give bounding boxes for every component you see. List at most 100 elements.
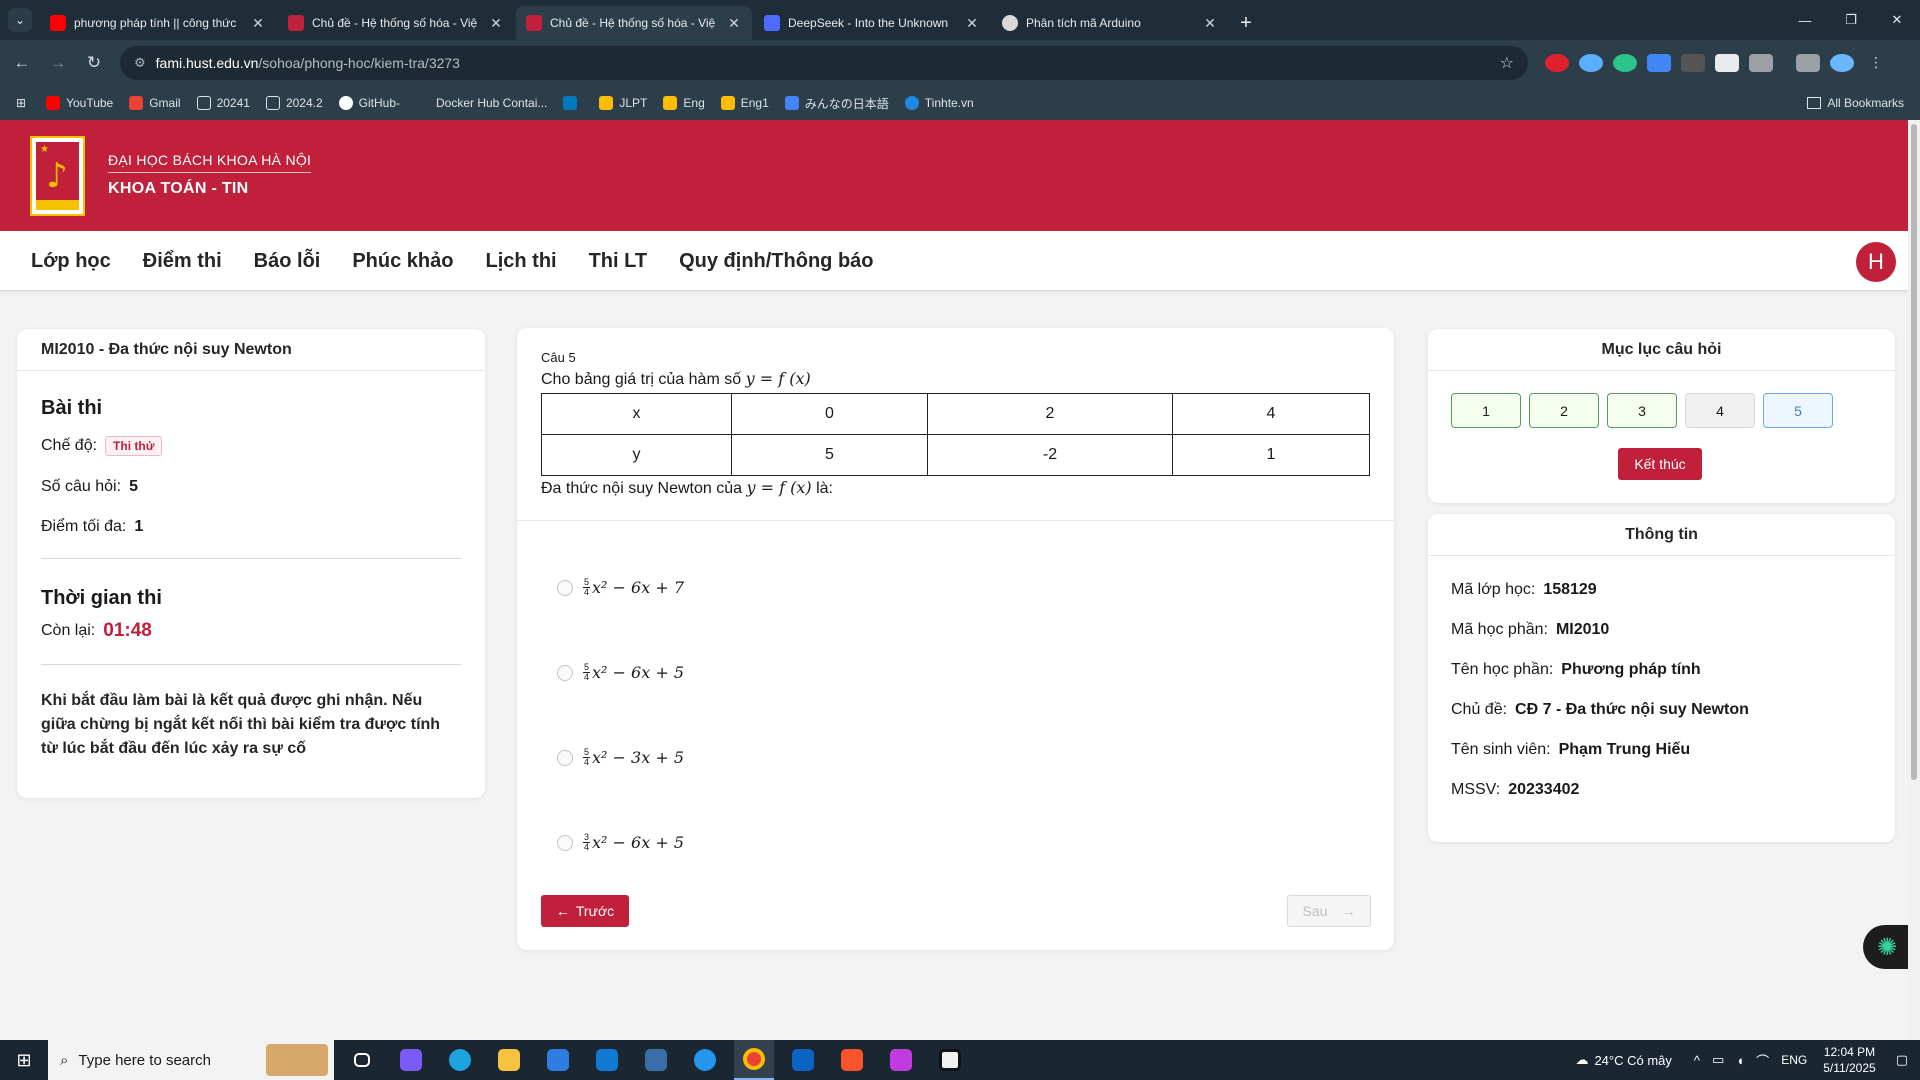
tab-title: DeepSeek - Into the Unknown bbox=[788, 16, 949, 30]
nav-report-error[interactable]: Báo lỗi bbox=[254, 250, 321, 273]
radio-button[interactable] bbox=[557, 834, 573, 851]
question-index-button-5[interactable]: 5 bbox=[1763, 393, 1833, 428]
copilot-icon[interactable] bbox=[391, 1040, 431, 1080]
browser-tab[interactable]: Phân tích mã Arduino ✕ bbox=[992, 6, 1228, 40]
hust-logo[interactable]: ★ ♪ bbox=[30, 136, 85, 216]
bookmark-folder-20241[interactable]: 20241 bbox=[196, 96, 250, 110]
scrollbar-thumb[interactable] bbox=[1911, 124, 1917, 780]
close-tab-icon[interactable]: ✕ bbox=[488, 15, 504, 32]
file-explorer-icon[interactable] bbox=[489, 1040, 529, 1080]
bookmark-folder-2024-2[interactable]: 2024.2 bbox=[265, 96, 323, 110]
extension-icon[interactable] bbox=[1715, 54, 1739, 72]
bookmark-gmail[interactable]: Gmail bbox=[129, 96, 181, 110]
extension-icon[interactable] bbox=[1545, 54, 1569, 72]
nav-regulations[interactable]: Quy định/Thông báo bbox=[679, 250, 873, 273]
nav-theory-exam[interactable]: Thi LT bbox=[589, 250, 648, 273]
extension-icon[interactable] bbox=[1681, 54, 1705, 72]
minimize-icon[interactable]: — bbox=[1782, 0, 1828, 40]
browser-tab[interactable]: Chủ đề - Hệ thống số hóa - Việ ✕ bbox=[278, 6, 514, 40]
answer-option-3[interactable]: 54 x² − 3x + 5 bbox=[557, 748, 684, 767]
browser-tab[interactable]: DeepSeek - Into the Unknown ✕ bbox=[754, 6, 990, 40]
bookmark-eng[interactable]: Eng bbox=[663, 96, 705, 110]
brave-icon[interactable] bbox=[832, 1040, 872, 1080]
question-index-button-2[interactable]: 2 bbox=[1529, 393, 1599, 428]
outlook-icon[interactable] bbox=[783, 1040, 823, 1080]
nav-classes[interactable]: Lớp học bbox=[31, 250, 111, 273]
weather-widget[interactable]: ☁ 24°C Có mây bbox=[1575, 1052, 1671, 1068]
tab-search-button[interactable]: ⌄ bbox=[0, 0, 40, 40]
chrome-icon[interactable] bbox=[734, 1040, 774, 1080]
store-icon[interactable] bbox=[538, 1040, 578, 1080]
chatgpt-icon[interactable]: ✺ bbox=[1863, 925, 1911, 969]
nav-exam-schedule[interactable]: Lịch thi bbox=[485, 250, 556, 273]
question-index-button-4[interactable]: 4 bbox=[1685, 393, 1755, 428]
restore-icon[interactable]: ❐ bbox=[1828, 0, 1874, 40]
bookmark-trello[interactable] bbox=[563, 96, 583, 110]
browser-tab-active[interactable]: Chủ đề - Hệ thống số hóa - Việ ✕ bbox=[516, 6, 752, 40]
avatar[interactable]: H bbox=[1856, 242, 1896, 282]
previous-button[interactable]: ← Trước bbox=[541, 895, 629, 927]
finish-button[interactable]: Kết thúc bbox=[1618, 448, 1702, 480]
question-index-button-1[interactable]: 1 bbox=[1451, 393, 1521, 428]
nav-grades[interactable]: Điểm thi bbox=[143, 250, 222, 273]
wifi-icon[interactable]: ⌒ bbox=[1756, 1051, 1769, 1070]
taskbar-search[interactable]: ⌕ Type here to search bbox=[48, 1040, 334, 1080]
vscode-icon[interactable] bbox=[587, 1040, 627, 1080]
edge-icon[interactable] bbox=[440, 1040, 480, 1080]
site-info-icon[interactable]: ⚙ bbox=[134, 55, 146, 71]
address-bar[interactable]: ⚙ fami.hust.edu.vn/sohoa/phong-hoc/kiem-… bbox=[120, 46, 1528, 80]
language-indicator[interactable]: ENG bbox=[1781, 1053, 1807, 1067]
clock[interactable]: 12:04 PM 5/11/2025 bbox=[1823, 1044, 1876, 1076]
app-icon[interactable] bbox=[881, 1040, 921, 1080]
university-name: ĐẠI HỌC BÁCH KHOA HÀ NỘI bbox=[108, 152, 312, 173]
app-icon[interactable] bbox=[930, 1040, 970, 1080]
bookmark-docker[interactable]: Docker Hub Contai... bbox=[415, 96, 547, 110]
answer-option-1[interactable]: 54 x² − 6x + 7 bbox=[557, 578, 684, 597]
puzzle-icon[interactable] bbox=[1749, 54, 1773, 72]
extension-icon[interactable] bbox=[1613, 54, 1637, 72]
answer-option-4[interactable]: 34 x² − 6x + 5 bbox=[557, 833, 684, 852]
close-tab-icon[interactable]: ✕ bbox=[1202, 15, 1218, 32]
close-tab-icon[interactable]: ✕ bbox=[726, 15, 742, 32]
media-icon[interactable] bbox=[1796, 54, 1820, 72]
apps-grid-icon[interactable]: ⊞ bbox=[16, 96, 26, 110]
extension-icon[interactable] bbox=[1579, 54, 1603, 72]
next-button[interactable]: Sau → bbox=[1287, 895, 1371, 927]
bookmark-jlpt[interactable]: JLPT bbox=[599, 96, 647, 110]
all-bookmarks[interactable]: All Bookmarks bbox=[1807, 86, 1904, 120]
chevron-up-icon[interactable]: ^ bbox=[1694, 1053, 1700, 1068]
app-icon[interactable] bbox=[636, 1040, 676, 1080]
function-notation: y = f (x) bbox=[746, 478, 812, 497]
browser-tab[interactable]: phương pháp tính || công thức ✕ bbox=[40, 6, 276, 40]
bookmark-github[interactable]: GitHub- bbox=[338, 96, 400, 110]
bookmark-youtube[interactable]: YouTube bbox=[46, 96, 113, 110]
back-icon[interactable]: ← bbox=[4, 45, 40, 81]
docker-icon[interactable] bbox=[685, 1040, 725, 1080]
page-scrollbar[interactable] bbox=[1908, 120, 1920, 1040]
network-icon[interactable]: ▭ bbox=[1712, 1052, 1724, 1068]
max-score-value: 1 bbox=[134, 518, 144, 535]
more-menu-icon[interactable]: ⋮ bbox=[1864, 54, 1888, 72]
bookmark-tinhte[interactable]: Tinhte.vn bbox=[904, 96, 974, 110]
notifications-icon[interactable]: ▢ bbox=[1896, 1052, 1908, 1068]
bookmark-star-icon[interactable]: ☆ bbox=[1500, 53, 1514, 73]
radio-button[interactable] bbox=[557, 664, 573, 681]
new-tab-icon[interactable]: + bbox=[1230, 6, 1262, 40]
bookmark-eng1[interactable]: Eng1 bbox=[720, 96, 769, 110]
bookmark-minna[interactable]: みんなの日本語 bbox=[784, 95, 889, 112]
radio-button[interactable] bbox=[557, 749, 573, 766]
close-tab-icon[interactable]: ✕ bbox=[250, 15, 266, 32]
windows-start-icon[interactable]: ⊞ bbox=[0, 1040, 48, 1080]
close-tab-icon[interactable]: ✕ bbox=[964, 15, 980, 32]
task-view-icon[interactable] bbox=[342, 1040, 382, 1080]
question-index-button-3[interactable]: 3 bbox=[1607, 393, 1677, 428]
radio-button[interactable] bbox=[557, 579, 573, 596]
nav-appeal[interactable]: Phúc khảo bbox=[352, 250, 453, 273]
profile-icon[interactable] bbox=[1830, 54, 1854, 72]
answer-option-2[interactable]: 54 x² − 6x + 5 bbox=[557, 663, 684, 682]
reload-icon[interactable]: ↻ bbox=[76, 45, 112, 81]
forward-icon[interactable]: → bbox=[40, 45, 76, 81]
volume-icon[interactable]: ◖ bbox=[1736, 1053, 1744, 1068]
translate-icon[interactable] bbox=[1647, 54, 1671, 72]
close-window-icon[interactable]: ✕ bbox=[1874, 0, 1920, 40]
